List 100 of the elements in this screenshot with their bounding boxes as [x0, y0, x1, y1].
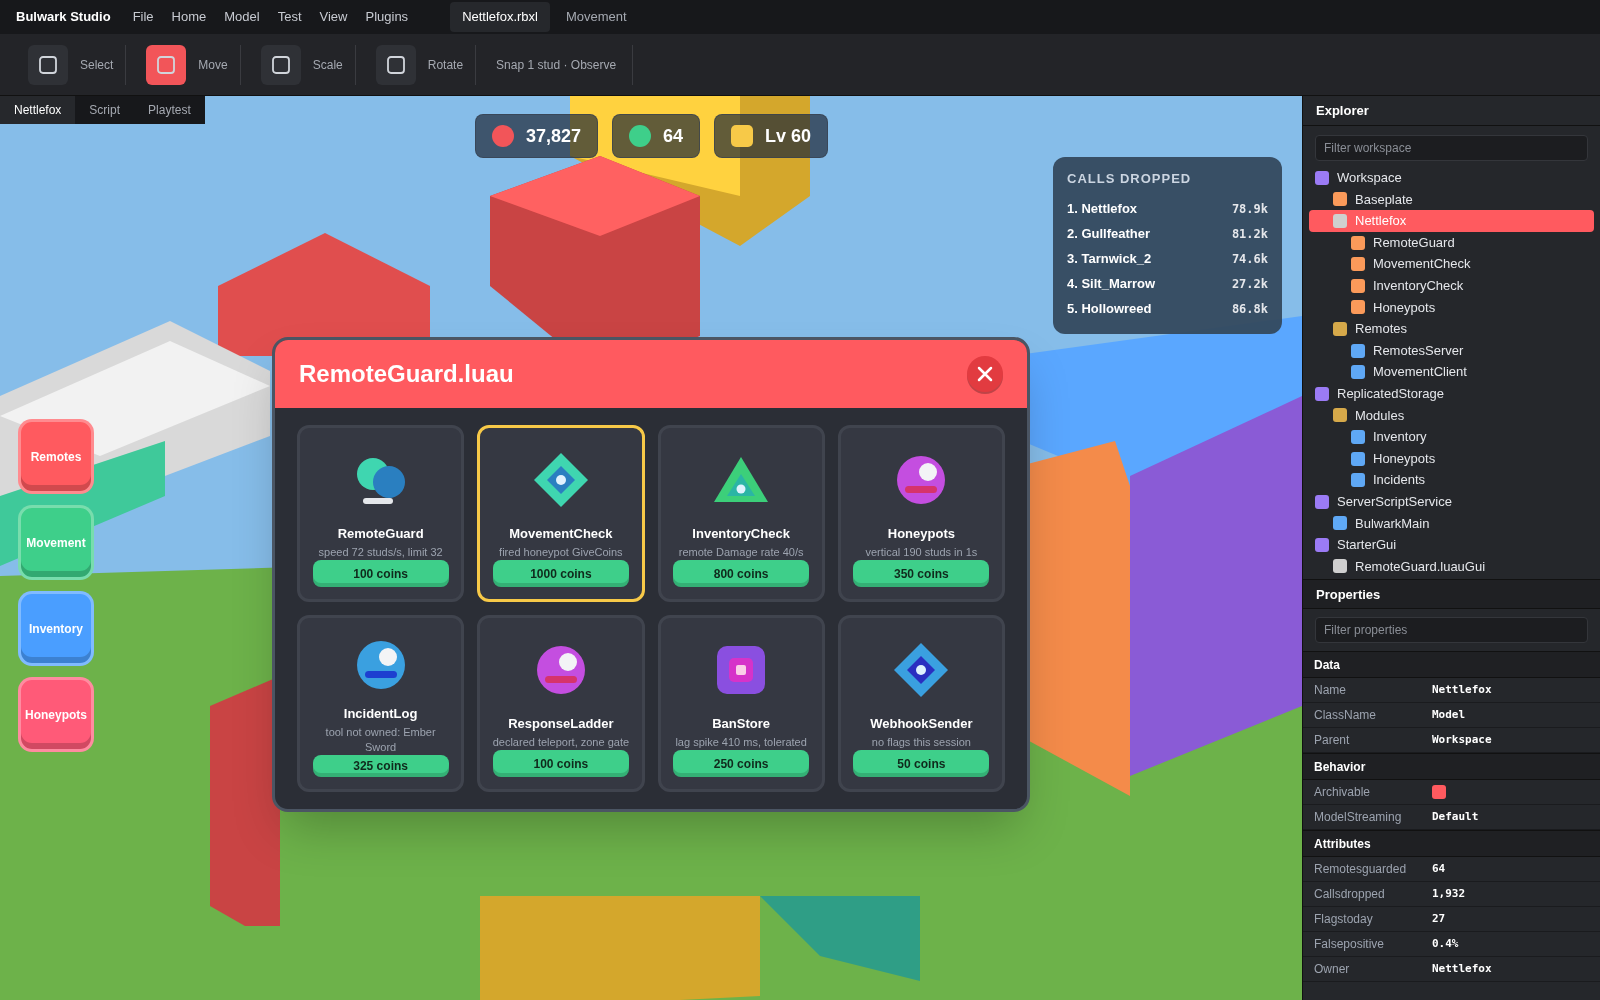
property-name: ModelStreaming [1314, 809, 1403, 827]
price-button[interactable]: 250 coins [673, 750, 810, 777]
item-card[interactable]: WebhookSender no flags this session 50 coins [837, 615, 1005, 792]
player-score: 78.9k [1231, 201, 1268, 218]
tool-button[interactable] [146, 44, 187, 85]
square-icon [270, 54, 291, 75]
tree-item[interactable]: Incidents [1309, 469, 1594, 491]
menu-item[interactable]: File [132, 7, 154, 27]
card-subtitle: vertical 190 studs in 1s [865, 544, 978, 560]
menu-item[interactable]: Plugins [365, 7, 409, 27]
property-value: 64 [1432, 861, 1446, 878]
tree-item[interactable]: Modules [1309, 404, 1594, 427]
tool-label: Move [198, 56, 228, 74]
price-button[interactable]: 100 coins [312, 560, 449, 587]
filter-field[interactable]: Filter properties [1315, 617, 1588, 644]
property-name: Callsdropped [1314, 886, 1386, 904]
item-card[interactable]: IncidentLog tool not owned: Ember Sword 325 coins [297, 615, 465, 792]
tree-item[interactable]: Honeypots [1309, 296, 1594, 319]
card-subtitle: tool not owned: Ember Sword [324, 724, 437, 755]
tree-item[interactable]: StarterGui [1309, 534, 1594, 556]
viewport-tab[interactable]: Nettlefox [0, 96, 76, 124]
viewport-tab[interactable]: Script [75, 96, 135, 124]
property-name: Archivable [1314, 784, 1372, 802]
card-title: MovementCheck [509, 525, 613, 543]
leaderboard-title: CALLS DROPPED [1067, 170, 1193, 188]
property-name: Remotesguarded [1314, 861, 1408, 879]
price-button[interactable]: 800 coins [673, 560, 810, 587]
tool-button[interactable] [28, 44, 68, 85]
tree-item[interactable]: Remotes [1309, 318, 1594, 340]
card-title: WebhookSender [870, 715, 973, 733]
tool-button[interactable] [260, 44, 301, 85]
card-subtitle: speed 72 studs/s, limit 32 [318, 544, 443, 560]
section-header: Attributes [1303, 830, 1600, 858]
item-card[interactable]: BanStore lag spike 410 ms, tolerated 250 coins [657, 615, 825, 792]
section-header: Data [1303, 651, 1600, 679]
panel-title: Explorer [1316, 101, 1369, 120]
tool-button[interactable] [375, 44, 416, 85]
property-value: Model [1432, 707, 1466, 724]
section-header: Behavior [1303, 753, 1600, 781]
player-name: 5. Hollowreed [1067, 300, 1152, 319]
price-button[interactable]: 50 coins [853, 750, 990, 777]
property-value: Default [1432, 809, 1479, 826]
player-name: 1. Nettlefox [1067, 200, 1138, 219]
menu-item[interactable]: Home [171, 7, 207, 27]
close-icon [977, 366, 993, 382]
filter-field[interactable]: Filter workspace [1315, 135, 1588, 161]
item-card[interactable]: ResponseLadder declared teleport, zone gate 100 coins [477, 615, 645, 792]
card-subtitle: declared teleport, zone gate [492, 734, 630, 750]
tree-item[interactable]: Inventory [1309, 426, 1594, 448]
tree-item[interactable]: RemoteGuard.luauGui [1309, 555, 1594, 578]
property-name: ClassName [1314, 707, 1377, 725]
tree-item[interactable]: Baseplate [1309, 188, 1594, 211]
tree-item[interactable]: Workspace [1309, 167, 1594, 189]
stat-value: 64 [663, 124, 684, 148]
tool-label: Scale [312, 56, 343, 74]
card-title: RemoteGuard [337, 525, 424, 543]
tree-item[interactable]: MovementClient [1309, 361, 1594, 383]
card-title: IncidentLog [343, 705, 418, 723]
card-subtitle: no flags this session [871, 734, 971, 750]
property-name: Falsepositive [1314, 936, 1386, 954]
card-title: ResponseLadder [508, 715, 614, 733]
tree-item[interactable]: Honeypots [1309, 447, 1594, 470]
tree-item[interactable]: ReplicatedStorage [1309, 382, 1594, 405]
menu-item[interactable]: Test [277, 7, 302, 27]
color-swatch[interactable] [1432, 785, 1446, 800]
card-title: InventoryCheck [692, 525, 790, 543]
tree-item[interactable]: ServerScriptService [1309, 490, 1594, 513]
document-tab[interactable]: Movement [554, 2, 639, 32]
property-value: Nettlefox [1432, 961, 1492, 978]
property-value: 1,932 [1432, 886, 1466, 903]
card-title: BanStore [712, 715, 770, 733]
tree-item[interactable]: InventoryCheck [1309, 274, 1594, 297]
snap-setting: Snap 1 stud · Observe [496, 44, 634, 85]
property-name: Flagstoday [1314, 911, 1374, 929]
item-card[interactable]: Honeypots vertical 190 studs in 1s 350 coins [837, 425, 1005, 602]
item-card[interactable]: MovementCheck fired honeypot GiveCoins 1000 coins [477, 425, 645, 602]
price-button[interactable]: 350 coins [853, 560, 990, 587]
player-name: 2. Gullfeather [1067, 225, 1151, 244]
item-card[interactable]: InventoryCheck remote Damage rate 40/s 800 coins [657, 425, 825, 602]
document-tab[interactable]: Nettlefox.rbxl [450, 2, 550, 32]
price-button[interactable]: 1000 coins [492, 560, 629, 587]
close-button[interactable] [967, 356, 1003, 392]
tree-item[interactable]: MovementCheck [1309, 253, 1594, 275]
price-button[interactable]: 325 coins [312, 754, 449, 777]
menu-item[interactable]: Model [224, 7, 260, 27]
tree-item[interactable]: RemotesServer [1309, 339, 1594, 362]
dialog-title: RemoteGuard.luau [299, 359, 514, 389]
item-card[interactable]: RemoteGuard speed 72 studs/s, limit 32 100 coins [297, 425, 465, 602]
card-subtitle: remote Damage rate 40/s [678, 544, 804, 560]
card-subtitle: fired honeypot GiveCoins [499, 544, 623, 560]
tree-item[interactable]: BulwarkMain [1309, 512, 1594, 535]
menu-item[interactable]: View [319, 7, 348, 27]
card-title: Honeypots [887, 525, 955, 543]
player-name: 3. Tarnwick_2 [1067, 250, 1152, 269]
price-button[interactable]: 100 coins [492, 750, 629, 777]
player-score: 74.6k [1231, 251, 1268, 268]
viewport-tab[interactable]: Playtest [134, 96, 205, 124]
tool-label: Select [80, 56, 114, 74]
property-value: 0.4% [1432, 936, 1459, 953]
tree-item[interactable]: RemoteGuard [1309, 231, 1594, 254]
